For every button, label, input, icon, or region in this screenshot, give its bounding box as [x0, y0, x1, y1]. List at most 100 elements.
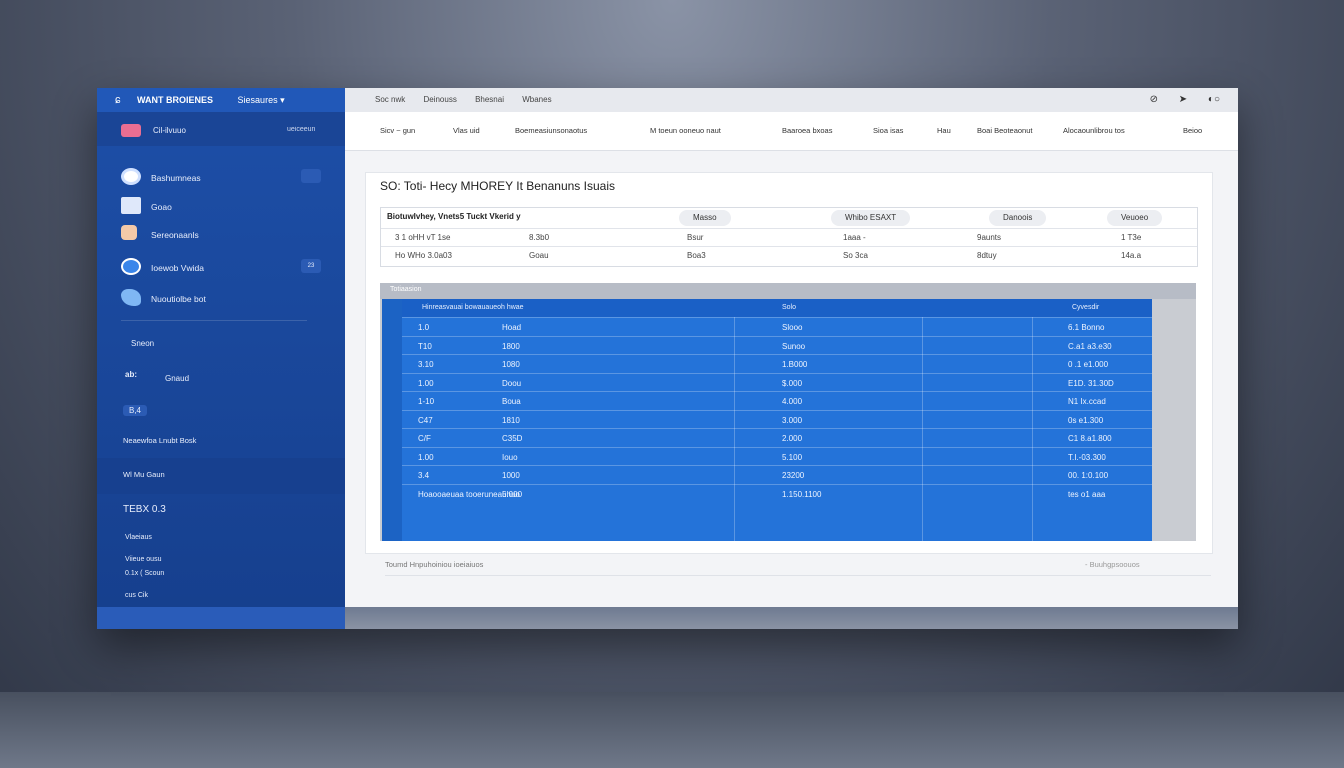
summary-table: BiotuwIvhey, Vnets5 Tuckt Vkerid y Masso… [380, 207, 1198, 267]
content-panel: SO: Toti- Hecy MHOREY It Benanuns Isuais… [365, 172, 1213, 554]
bird-icon [121, 289, 141, 306]
table-row[interactable]: C/F C35D 2.000 C1 8.a1.800 [402, 428, 1152, 448]
summary-row[interactable]: Ho WHo 3.0a03 Goau Boa3 So 3ca 8dtuy 14a… [381, 246, 1197, 265]
highlight-section[interactable]: Wl Mu Gaun [97, 458, 345, 494]
footer-line-2: Viieue ousu [125, 556, 162, 563]
table-cell: T10 [418, 341, 432, 351]
summary-cell: 3 1 oHH vT 1se [395, 233, 451, 242]
table-cell: 1080 [502, 360, 520, 369]
menu-item-6[interactable]: Sioa isas [873, 126, 903, 135]
table-cell: Slooo [782, 323, 803, 332]
group-label: Neaewfoa Lnubt Bosk [123, 436, 197, 445]
tab-3[interactable]: Bhesnai [475, 95, 504, 104]
link-icon[interactable]: ⊘ [1150, 94, 1158, 105]
table-cell: tes o1 aaa [1068, 489, 1106, 499]
table-cell: $.000 [782, 378, 803, 388]
menu-item-7[interactable]: Hau [937, 126, 951, 135]
grid-header-mid[interactable]: Solo [782, 304, 796, 311]
summary-cell: 8.3b0 [529, 233, 550, 242]
table-cell: 3.10 [418, 360, 434, 369]
main-area: Soc nwk Deinouss Bhesnai Wbanes ⊘ ➤ ◐○ S… [345, 88, 1238, 629]
menu-item-2[interactable]: Vlas uid [453, 126, 480, 135]
table-cell: 3.4 [418, 471, 430, 480]
summary-cell: Ho WHo 3.0a03 [395, 251, 452, 260]
background-floor [0, 692, 1344, 768]
table-cell: 2.000 [782, 434, 803, 443]
sub-item[interactable]: Gnaud [165, 374, 189, 383]
sidebar-item-badge: 23 [301, 259, 321, 273]
table-row[interactable]: T10 1800 Sunoo C.a1 a3.e30 [402, 335, 1152, 356]
table-cell: N1 Ix.ccad [1068, 397, 1106, 406]
table-row[interactable]: 1.0 Hoad Slooo 6.1 Bonno [402, 317, 1152, 337]
table-row[interactable]: 1.00 Doou $.000 E1D. 31.30D [402, 372, 1152, 393]
sidebar-item-label: Ioewob Vwida [151, 263, 204, 273]
top-icons: ⊘ ➤ ◐○ [1132, 94, 1220, 105]
user-value: ueiceeun [287, 126, 316, 133]
grid-header-right[interactable]: Cyvesdir [1072, 304, 1099, 311]
brand[interactable]: ɕ WANT BROIENES Siesaures ▾ [115, 94, 285, 106]
summary-cell: So 3ca [843, 251, 868, 260]
menu-item-9[interactable]: Alocaounlibrou tos [1063, 126, 1125, 135]
table-cell: 1.00 [418, 378, 434, 388]
summary-cell: Bsur [687, 233, 704, 242]
table-row[interactable]: Hoaooaeuaa tooeruneauhuo 5.000 1.150.1100 t… [402, 483, 1152, 504]
table-row[interactable]: 3.10 1080 1.B000 0 .1 e1.000 [402, 354, 1152, 374]
tab-4[interactable]: Wbanes [522, 95, 551, 104]
grid-caption-text: Totiaasion [390, 286, 422, 293]
table-row[interactable]: 3.4 1000 23200 00. 1:0.100 [402, 465, 1152, 485]
footer-right-text[interactable]: - Buuhgpsoouos [1085, 560, 1140, 569]
sidebar-item-2[interactable]: Goao [121, 196, 331, 218]
tab-1[interactable]: Soc nwk [375, 95, 405, 104]
footer-left-text: Toumd Hnpuhoiniou ioeiaiuos [385, 560, 484, 569]
summary-cell: 8dtuy [977, 251, 997, 260]
summary-row[interactable]: 3 1 oHH vT 1se 8.3b0 Bsur 1aaa - 9aunts … [381, 228, 1197, 247]
user-row[interactable]: Cil-ilvuuo ueiceeun [97, 112, 345, 146]
badge-item[interactable]: B,4 [123, 405, 148, 416]
summary-col-header[interactable]: Masso [679, 210, 731, 226]
summary-col-header[interactable]: Veuoeo [1107, 210, 1163, 226]
grid-header: Hinreasvauai bowauaueoh hwae Solo Cyvesd… [402, 299, 1152, 317]
table-cell: 1000 [502, 471, 520, 480]
menu-item-1[interactable]: Sicv ~ gun [380, 126, 415, 135]
avatar [121, 124, 141, 137]
summary-col-header[interactable]: Whibo ESAXT [831, 210, 911, 226]
brand-name: WANT BROIENES [137, 95, 214, 105]
send-icon[interactable]: ➤ [1179, 94, 1187, 105]
code-label: TEBX 0.3 [123, 504, 166, 515]
sidebar-item-1[interactable]: Bashumneas [121, 167, 331, 189]
menu-item-10[interactable]: Beioo [1183, 126, 1202, 135]
tab-2[interactable]: Deinouss [423, 95, 456, 104]
footer-divider [385, 575, 1211, 576]
data-grid-panel: Totiaasion Hinreasvauai bowauaueoh hwae … [380, 283, 1196, 541]
table-row[interactable]: 1-10 Boua 4.000 N1 Ix.ccad [402, 391, 1152, 411]
sidebar-item-label: Sereonaanls [151, 230, 199, 240]
table-row[interactable]: C47 1810 3.000 0s e1.300 [402, 409, 1152, 430]
table-cell: 4.000 [782, 397, 803, 406]
menu-item-4[interactable]: M toeun ooneuo naut [650, 126, 721, 135]
sidebar-item-3[interactable]: Sereonaanls [121, 224, 331, 246]
menu-item-5[interactable]: Baaroea bxoas [782, 126, 832, 135]
summary-cell: Boa3 [687, 251, 706, 260]
sidebar-item-5[interactable]: Nuoutiolbe bot [121, 288, 331, 310]
sidebar-item-label: Bashumneas [151, 173, 201, 183]
table-cell: 0 .1 e1.000 [1068, 360, 1109, 369]
summary-heading: BiotuwIvhey, Vnets5 Tuckt Vkerid y [387, 212, 521, 221]
sidebar-bottom-bar [97, 607, 345, 629]
table-cell: 5.000 [502, 489, 523, 499]
grid-header-left[interactable]: Hinreasvauai bowauaueoh hwae [422, 304, 524, 311]
table-cell: Boua [502, 397, 521, 406]
table-cell: 0s e1.300 [1068, 415, 1104, 425]
sub-item-code: ab: [125, 370, 137, 379]
highlight-label: Wl Mu Gaun [123, 470, 165, 479]
workspace-selector[interactable]: Siesaures ▾ [238, 95, 285, 105]
menu-item-3[interactable]: Boemeasiunsonaotus [515, 126, 587, 135]
menu-item-8[interactable]: Boai Beoteaonut [977, 126, 1032, 135]
glasses-icon[interactable]: ◐○ [1208, 94, 1220, 105]
footer-line-4: cus Cik [125, 592, 148, 599]
sidebar-item-4[interactable]: Ioewob Vwida 23 [121, 257, 331, 279]
brand-logo-icon: ɕ [115, 94, 121, 106]
summary-col-header[interactable]: Danoois [989, 210, 1047, 226]
globe-icon [121, 258, 141, 275]
bottom-bar [345, 607, 1238, 629]
table-row[interactable]: 1.00 Iouo 5.100 T.I.-03.300 [402, 446, 1152, 467]
